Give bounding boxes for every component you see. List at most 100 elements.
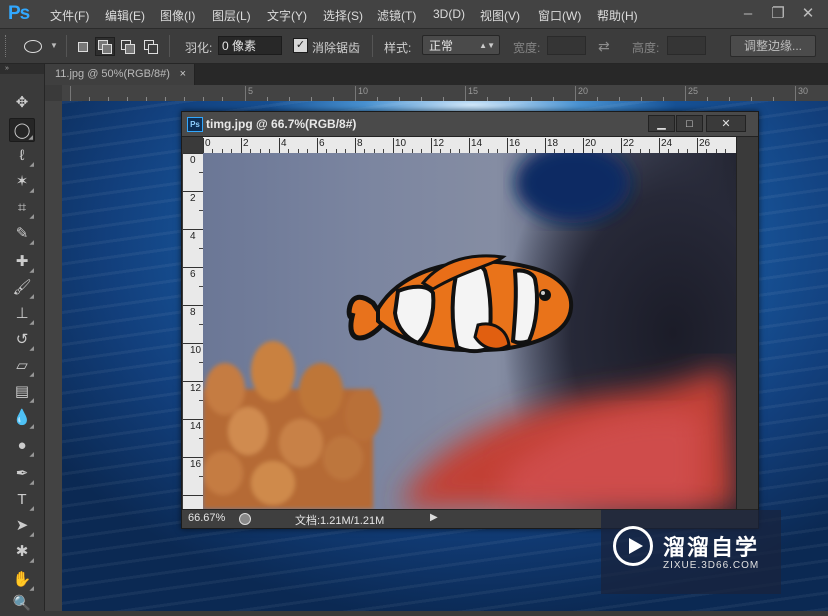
elliptical-marquee-tool-icon[interactable]: ◯ ◢: [9, 118, 35, 142]
zoom-level[interactable]: 66.67%: [188, 512, 225, 524]
eyedropper-tool-icon[interactable]: ✎ ◢: [9, 222, 35, 246]
separator: [372, 35, 373, 57]
intersect-selection-button[interactable]: [141, 37, 161, 56]
move-tool-icon[interactable]: ✥: [9, 91, 35, 115]
pen-tool-icon[interactable]: ✒ ◢: [9, 462, 35, 486]
close-icon[interactable]: ✕: [798, 4, 818, 24]
window-horizontal-ruler[interactable]: 0 2 4 6 8 10 12 14 16 18 20 22 24 26: [203, 137, 736, 153]
ruler-label: 10: [395, 138, 407, 149]
ruler-label: 16: [509, 138, 521, 149]
ruler-label: 4: [281, 138, 287, 149]
clone-stamp-tool-icon[interactable]: ⊥ ◢: [9, 302, 35, 326]
window-title: timg.jpg @ 66.7%(RGB/8#): [206, 117, 357, 131]
canvas-horizontal-ruler[interactable]: 5 10 15 20 25 30: [62, 85, 828, 102]
custom-shape-tool-icon[interactable]: ✱ ◢: [9, 540, 35, 564]
ruler-label: 12: [433, 138, 445, 149]
menu-file[interactable]: 文件(F): [50, 7, 89, 24]
minimize-icon[interactable]: –: [738, 4, 758, 24]
watermark-url: ZIXUE.3D66.COM: [663, 560, 760, 571]
hand-tool-icon[interactable]: ✋ ◢: [9, 568, 35, 592]
blur-tool-icon[interactable]: 💧 ◢: [9, 406, 35, 430]
menu-filter[interactable]: 滤镜(T): [377, 7, 416, 24]
menu-help[interactable]: 帮助(H): [597, 7, 638, 24]
window-maximize-button[interactable]: □: [676, 115, 703, 132]
document-tab-label: 11.jpg @ 50%(RGB/8#): [55, 68, 170, 80]
eraser-tool-icon[interactable]: ▱ ◢: [9, 354, 35, 378]
subtract-from-selection-button[interactable]: [118, 37, 138, 56]
antialias-label: 消除锯齿: [312, 41, 361, 55]
blurred-blue-fish: [515, 153, 631, 223]
add-to-selection-button[interactable]: [95, 37, 115, 56]
ruler-label: 12: [190, 383, 202, 394]
status-info-icon[interactable]: [239, 513, 251, 525]
menu-window[interactable]: 窗口(W): [538, 7, 581, 24]
history-brush-tool-icon[interactable]: ↺ ◢: [9, 328, 35, 352]
feather-label: 羽化:: [185, 41, 213, 55]
ruler-label: 4: [190, 231, 196, 242]
path-selection-tool-icon[interactable]: ➤ ◢: [9, 514, 35, 538]
gradient-tool-icon[interactable]: ▤ ◢: [9, 380, 35, 404]
separator: [169, 35, 170, 57]
feather-input[interactable]: 0 像素: [218, 36, 282, 55]
tab-close-icon[interactable]: ×: [180, 64, 186, 85]
ruler-label: 25: [688, 86, 699, 96]
height-label: 高度:: [632, 41, 660, 55]
ruler-label: 16: [190, 459, 202, 470]
ruler-label: 22: [623, 138, 635, 149]
window-vertical-scrollbar[interactable]: [736, 137, 758, 509]
document-tab[interactable]: 11.jpg @ 50%(RGB/8#) ×: [45, 64, 195, 85]
window-vertical-ruler[interactable]: 0 2 4 6 8 10 12 14 16: [183, 153, 203, 509]
photoshop-logo: Ps: [8, 3, 30, 24]
menu-type[interactable]: 文字(Y): [267, 7, 307, 24]
new-selection-button[interactable]: [73, 37, 93, 56]
menu-bar: Ps 文件(F) 编辑(E) 图像(I) 图层(L) 文字(Y) 选择(S) 滤…: [0, 0, 828, 29]
ruler-label: 6: [190, 269, 196, 280]
brush-tool-icon[interactable]: 🖌 ◢: [9, 276, 35, 300]
ruler-label: 30: [798, 86, 809, 96]
menu-view[interactable]: 视图(V): [480, 7, 520, 24]
dodge-tool-icon[interactable]: ● ◢: [9, 434, 35, 458]
menu-3d[interactable]: 3D(D): [433, 7, 465, 21]
ruler-label: 14: [190, 421, 202, 432]
ruler-label: 0: [205, 138, 211, 149]
watermark-title: 溜溜自学: [663, 535, 760, 560]
tools-panel-collapse-icon[interactable]: »: [0, 64, 44, 74]
window-minimize-button[interactable]: ▁: [648, 115, 675, 132]
clownfish: [346, 254, 574, 354]
clownfish-photo[interactable]: [203, 153, 736, 509]
lasso-tool-icon[interactable]: ℓ ◢: [9, 144, 35, 168]
tool-preset-ellipse-icon[interactable]: [24, 40, 42, 53]
tool-preset-caret-icon[interactable]: ▼: [50, 41, 58, 50]
ruler-label: 2: [243, 138, 249, 149]
menu-select[interactable]: 选择(S): [323, 7, 363, 24]
style-dropdown-value: 正常: [429, 39, 454, 53]
zoom-tool-icon[interactable]: 🔍: [9, 592, 35, 616]
window-title-bar[interactable]: Ps timg.jpg @ 66.7%(RGB/8#) ▁ □ ✕: [182, 112, 758, 137]
canvas-vertical-ruler[interactable]: [45, 101, 63, 611]
restore-icon[interactable]: ❐: [768, 4, 788, 24]
type-tool-icon[interactable]: T ◢: [9, 488, 35, 512]
swap-width-height-icon: ⇄: [598, 38, 610, 54]
options-bar-grip[interactable]: [5, 35, 9, 57]
status-menu-arrow-icon[interactable]: ▶: [430, 512, 438, 523]
ruler-label: 24: [661, 138, 673, 149]
menu-image[interactable]: 图像(I): [160, 7, 195, 24]
floating-document-window[interactable]: Ps timg.jpg @ 66.7%(RGB/8#) ▁ □ ✕ 0 2 4 …: [181, 111, 759, 529]
height-input: [667, 36, 706, 55]
menu-edit[interactable]: 编辑(E): [105, 7, 145, 24]
crop-tool-icon[interactable]: ⌗ ◢: [9, 196, 35, 220]
menu-layer[interactable]: 图层(L): [212, 7, 251, 24]
ruler-label: 5: [248, 86, 254, 96]
window-close-button[interactable]: ✕: [706, 115, 746, 132]
antialias-checkbox[interactable]: ✓: [293, 38, 308, 53]
ruler-origin[interactable]: [45, 85, 63, 102]
ruler-origin[interactable]: [183, 137, 203, 153]
refine-edge-button[interactable]: 调整边缘...: [730, 35, 816, 57]
magic-wand-tool-icon[interactable]: ✶ ◢: [9, 170, 35, 194]
photoshop-doc-icon: Ps: [187, 117, 203, 132]
style-dropdown[interactable]: 正常 ▲▼: [422, 35, 500, 55]
ruler-label: 15: [468, 86, 479, 96]
play-logo-icon: [613, 526, 653, 566]
ruler-label: 20: [578, 86, 589, 96]
spot-healing-tool-icon[interactable]: ✚ ◢: [9, 250, 35, 274]
